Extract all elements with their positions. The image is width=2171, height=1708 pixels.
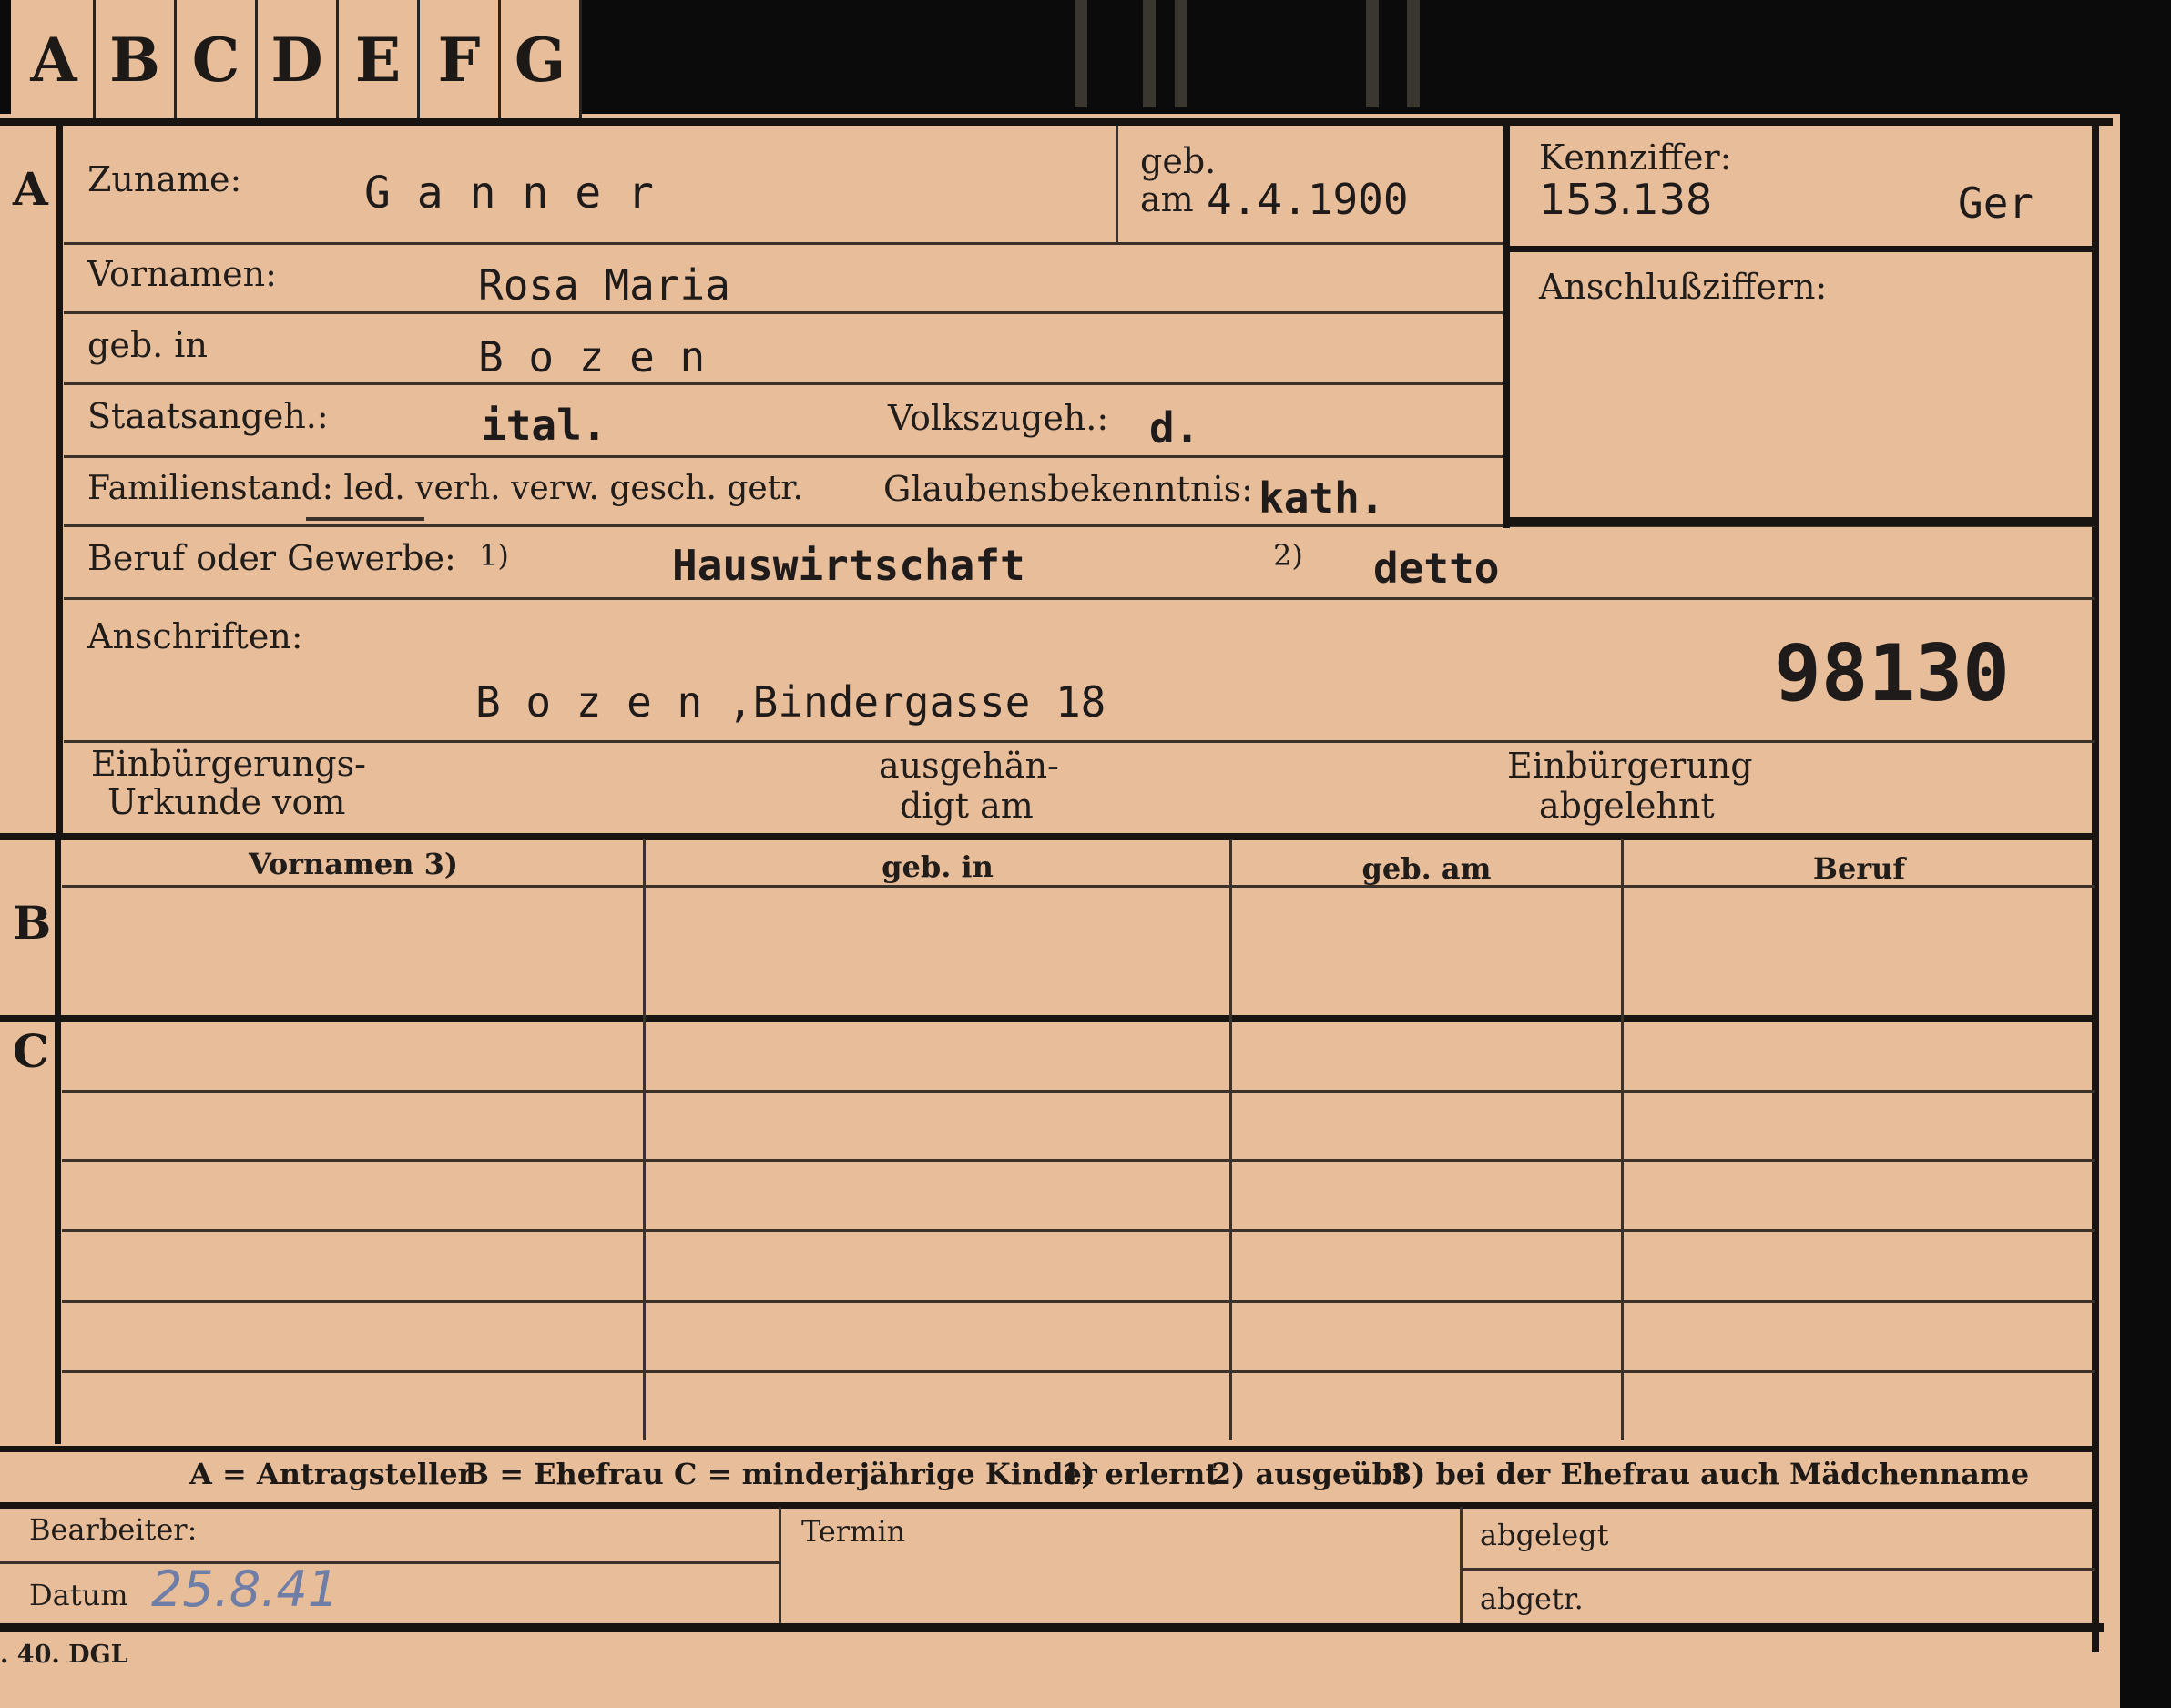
vornamen-value: Rosa Maria <box>478 260 730 310</box>
familienstand-label: Familienstand: led. verh. verw. gesch. g… <box>87 470 803 507</box>
section-c-top <box>0 1015 2095 1022</box>
frame-right <box>2092 123 2099 1652</box>
datum-label: Datum <box>29 1578 128 1612</box>
abgetr-label: abgetr. <box>1480 1581 1584 1616</box>
glaubens-label: Glaubensbekenntnis: <box>883 469 1253 509</box>
rule <box>64 740 2095 743</box>
footer-col-rule <box>779 1507 781 1625</box>
rule <box>0 1561 779 1564</box>
legend-a: A = Antragsteller <box>189 1457 474 1491</box>
rule <box>64 455 1503 458</box>
section-letter-c: C <box>13 1024 49 1078</box>
bg-stripe <box>1366 0 1379 107</box>
rule <box>62 1229 2095 1232</box>
col-header-gebam: geb. am <box>1361 851 1492 886</box>
footer-col-rule <box>1460 1507 1463 1625</box>
kennziffer-suffix: Ger <box>1958 178 2034 228</box>
rule <box>62 1370 2095 1373</box>
einbuergerung-abgelehnt-line2: abgelehnt <box>1539 786 1715 826</box>
tab-f[interactable]: F <box>420 0 501 120</box>
geb-label: geb. <box>1140 141 1217 181</box>
kennziffer-box-left <box>1503 126 1510 528</box>
beruf-label: Beruf oder Gewerbe: <box>87 538 456 578</box>
anschluss-label: Anschlußziffern: <box>1539 267 1828 307</box>
geb-date: 4.4.1900 <box>1207 175 1409 224</box>
tab-b[interactable]: B <box>96 0 177 120</box>
section-bc-divider <box>55 836 61 1444</box>
ausgehaendigt-line1: ausgehän- <box>879 746 1059 786</box>
legend-bottom <box>0 1502 2095 1509</box>
tab-e[interactable]: E <box>339 0 420 120</box>
bg-stripe <box>1143 0 1156 107</box>
kennziffer-box-bottom <box>1507 517 2095 526</box>
col-rule <box>643 839 646 1440</box>
tab-g[interactable]: G <box>501 0 582 120</box>
geb-am-label: am <box>1140 179 1194 219</box>
beruf-marker-1: 1) <box>479 538 509 573</box>
tab-c[interactable]: C <box>177 0 258 120</box>
vornamen-label: Vornamen: <box>87 254 277 294</box>
frame-bottom <box>0 1623 2104 1632</box>
section-letter-b: B <box>13 896 52 950</box>
kennziffer-box-rule <box>1507 246 2095 252</box>
staats-label: Staatsangeh.: <box>87 396 329 436</box>
section-b-top <box>0 833 2095 840</box>
beruf-marker-2: 2) <box>1273 538 1303 573</box>
section-a-divider <box>56 123 63 833</box>
legend-note-2: 2) ausgeübt <box>1211 1457 1406 1491</box>
legend-b: B = Ehefrau <box>464 1457 664 1491</box>
datum-value: 25.8.41 <box>151 1561 340 1618</box>
gebin-label: geb. in <box>87 325 208 365</box>
anschriften-label: Anschriften: <box>87 616 303 656</box>
rule <box>64 242 1503 245</box>
col-header-gebin: geb. in <box>882 849 994 884</box>
abgelegt-label: abgelegt <box>1480 1518 1609 1552</box>
bg-stripe <box>1175 0 1187 107</box>
zuname-value: G a n n e r <box>364 168 654 219</box>
col-header-vornamen: Vornamen 3) <box>248 847 459 881</box>
bg-stripe <box>1075 0 1087 107</box>
glaubens-value: kath. <box>1259 473 1385 523</box>
stamp-number: 98130 <box>1774 628 2010 719</box>
zuname-label: Zuname: <box>87 159 242 199</box>
legend-c: C = minderjährige Kinder <box>674 1457 1097 1491</box>
kennziffer-value: 153.138 <box>1539 175 1713 224</box>
rule-v <box>1116 126 1118 242</box>
einbuergerung-urkunde-line2: Urkunde vom <box>107 782 346 822</box>
tab-a[interactable]: A <box>15 0 96 120</box>
rule <box>64 311 1503 314</box>
rule <box>1462 1568 2095 1571</box>
led-underline <box>306 517 424 521</box>
anschriften-value: B o z e n ,Bindergasse 18 <box>475 677 1106 727</box>
beruf-value-1: Hauswirtschaft <box>672 541 1025 590</box>
rule <box>62 1090 2095 1093</box>
col-rule <box>1621 839 1624 1440</box>
bg-stripe <box>1407 0 1420 107</box>
legend-note-3: 3) bei der Ehefrau auch Mädchenname <box>1391 1457 2030 1491</box>
beruf-value-2: detto <box>1373 544 1500 593</box>
col-rule <box>1229 839 1232 1440</box>
legend-note-1: 1) erlernt <box>1061 1457 1219 1491</box>
volks-value: d. <box>1149 403 1200 452</box>
einbuergerung-abgelehnt-line1: Einbürgerung <box>1507 746 1753 786</box>
rule <box>62 1300 2095 1303</box>
print-code: . 40. DGL <box>0 1641 128 1669</box>
frame-top <box>0 118 2113 126</box>
termin-label: Termin <box>801 1514 906 1549</box>
volks-label: Volkszugeh.: <box>888 398 1109 438</box>
legend-top <box>0 1446 2095 1452</box>
section-letter-a: A <box>13 162 48 216</box>
kennziffer-label: Kennziffer: <box>1539 137 1732 178</box>
rule <box>64 597 2095 600</box>
bearbeiter-label: Bearbeiter: <box>29 1512 198 1547</box>
tab-d[interactable]: D <box>258 0 339 120</box>
rule <box>64 382 1503 385</box>
ausgehaendigt-line2: digt am <box>900 786 1034 826</box>
col-header-beruf: Beruf <box>1812 851 1906 886</box>
einbuergerung-urkunde-line1: Einbürgerungs- <box>91 744 366 784</box>
rule <box>62 1159 2095 1162</box>
gebin-value: B o z e n <box>478 332 706 381</box>
staats-value: ital. <box>481 401 607 450</box>
